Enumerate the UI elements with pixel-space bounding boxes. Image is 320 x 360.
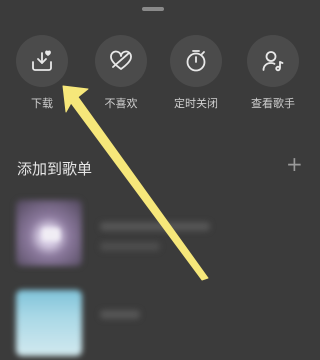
dislike-label: 不喜欢 xyxy=(104,97,138,110)
timer-icon xyxy=(186,50,206,72)
download-button[interactable] xyxy=(16,35,68,87)
timer-button[interactable] xyxy=(170,35,222,87)
artist-icon xyxy=(262,51,284,72)
timer-action[interactable]: 定时关闭 xyxy=(161,35,231,111)
playlist-cover-glyph xyxy=(42,228,60,241)
drag-handle[interactable] xyxy=(142,7,164,11)
dislike-button[interactable] xyxy=(95,35,147,87)
playlist-item[interactable] xyxy=(16,290,306,360)
playlist-count-placeholder xyxy=(100,242,160,251)
artist-label: 查看歌手 xyxy=(251,97,295,110)
download-label: 下载 xyxy=(31,97,53,110)
download-action[interactable]: 下载 xyxy=(7,35,77,111)
download-icon xyxy=(32,50,52,71)
playlist-item[interactable] xyxy=(16,200,306,270)
action-row: 下载 不喜欢 定时关闭 查看歌手 xyxy=(0,35,307,115)
artist-action[interactable]: 查看歌手 xyxy=(238,35,308,111)
add-playlist-button[interactable]: + xyxy=(286,153,303,175)
add-to-playlist-title: 添加到歌单 xyxy=(17,160,93,178)
artist-button[interactable] xyxy=(247,35,299,87)
dislike-action[interactable]: 不喜欢 xyxy=(86,35,156,111)
playlist-name-placeholder xyxy=(100,222,210,231)
playlist-name-placeholder xyxy=(100,310,140,319)
timer-label: 定时关闭 xyxy=(174,97,218,110)
playlist-cover xyxy=(16,290,82,356)
dislike-heart-icon xyxy=(110,50,132,70)
